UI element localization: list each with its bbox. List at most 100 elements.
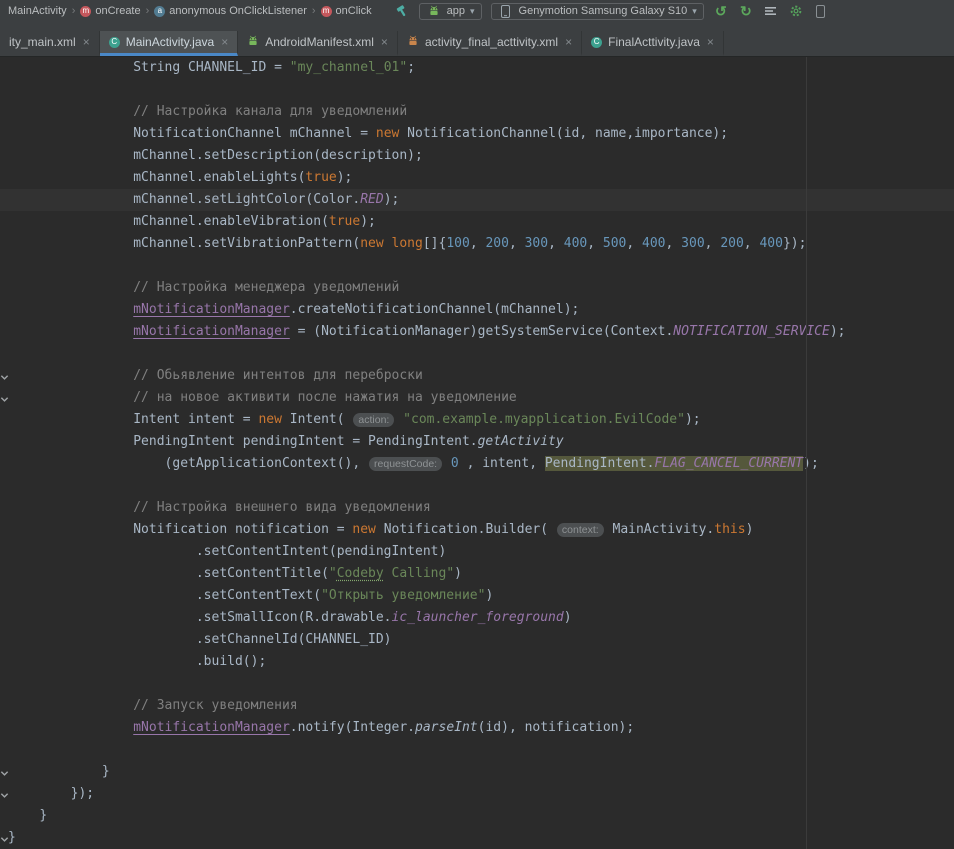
- code-token[interactable]: "com.example.myapplication.EvilCode": [403, 412, 685, 427]
- fold-marker-icon[interactable]: [0, 789, 10, 799]
- tab-mainactivity-java[interactable]: CMainActivity.java×: [100, 31, 239, 56]
- code-token[interactable]: ): [454, 566, 462, 581]
- code-token[interactable]: FLAG_CANCEL_CURRENT: [654, 456, 803, 471]
- code-token[interactable]: [384, 236, 392, 251]
- code-line[interactable]: });: [0, 783, 954, 805]
- code-token[interactable]: ,: [626, 236, 642, 251]
- code-line[interactable]: PendingIntent pendingIntent = PendingInt…: [0, 431, 954, 453]
- code-token[interactable]: );: [803, 456, 819, 471]
- code-token[interactable]: // Настройка менеджера уведомлений: [133, 280, 399, 295]
- code-token[interactable]: [395, 412, 403, 427]
- code-token[interactable]: mChannel.enableVibration(: [133, 214, 329, 229]
- breadcrumb-item[interactable]: MainActivity: [6, 5, 69, 17]
- code-token[interactable]: Notification notification =: [133, 522, 352, 537]
- code-line[interactable]: mNotificationManager.notify(Integer.pars…: [0, 717, 954, 739]
- code-token[interactable]: parseInt: [415, 720, 478, 735]
- code-line[interactable]: }: [0, 805, 954, 827]
- code-token[interactable]: true: [329, 214, 360, 229]
- run-configuration-select[interactable]: app ▾: [419, 3, 482, 20]
- code-token[interactable]: ,: [470, 236, 486, 251]
- apply-code-changes-icon[interactable]: ↻: [738, 3, 754, 19]
- profiler-icon[interactable]: [763, 3, 779, 19]
- code-token[interactable]: NotificationChannel mChannel =: [133, 126, 376, 141]
- code-token[interactable]: getActivity: [478, 434, 564, 449]
- gear-icon[interactable]: [788, 3, 804, 19]
- code-token[interactable]: 400: [759, 236, 782, 251]
- code-token[interactable]: ;: [407, 60, 415, 75]
- code-line[interactable]: mChannel.setLightColor(Color.RED);: [0, 189, 954, 211]
- code-token[interactable]: context:: [557, 523, 604, 537]
- code-line[interactable]: }: [0, 827, 954, 849]
- code-token[interactable]: 400: [642, 236, 665, 251]
- code-token[interactable]: new: [258, 412, 281, 427]
- code-line[interactable]: // Настройка внешнего вида уведомления: [0, 497, 954, 519]
- code-token[interactable]: 200: [485, 236, 508, 251]
- code-token[interactable]: 0: [451, 456, 459, 471]
- code-line[interactable]: [0, 475, 954, 497]
- code-token[interactable]: .setContentTitle(: [196, 566, 329, 581]
- rerun-activity-icon[interactable]: ↺: [713, 3, 729, 19]
- code-token[interactable]: }: [39, 808, 47, 823]
- code-token[interactable]: 300: [681, 236, 704, 251]
- code-token[interactable]: .setContentText(: [196, 588, 321, 603]
- code-line[interactable]: // на новое активити после нажатия на ув…: [0, 387, 954, 409]
- code-token[interactable]: // Запуск уведомления: [133, 698, 297, 713]
- code-token[interactable]: );: [830, 324, 846, 339]
- code-line[interactable]: mChannel.enableLights(true);: [0, 167, 954, 189]
- code-token[interactable]: mChannel.setDescription(description);: [133, 148, 423, 163]
- code-token[interactable]: 500: [603, 236, 626, 251]
- code-line[interactable]: (getApplicationContext(), requestCode: 0…: [0, 453, 954, 475]
- code-token[interactable]: mChannel.setVibrationPattern(: [133, 236, 360, 251]
- code-token[interactable]: ,: [666, 236, 682, 251]
- code-token[interactable]: );: [337, 170, 353, 185]
- tab-finalacttivity-java[interactable]: CFinalActtivity.java×: [582, 31, 724, 56]
- code-token[interactable]: // Обьявление интентов для переброски: [133, 368, 423, 383]
- code-line[interactable]: // Настройка менеджера уведомлений: [0, 277, 954, 299]
- code-line[interactable]: .build();: [0, 651, 954, 673]
- code-token[interactable]: .setSmallIcon(R.drawable.: [196, 610, 392, 625]
- code-token[interactable]: RED: [360, 192, 383, 207]
- code-token[interactable]: }: [102, 764, 110, 779]
- code-token[interactable]: PendingIntent.: [545, 456, 655, 471]
- code-token[interactable]: []{: [423, 236, 446, 251]
- code-token[interactable]: .createNotificationChannel(mChannel);: [290, 302, 580, 317]
- code-token[interactable]: ,: [705, 236, 721, 251]
- code-line[interactable]: // Настройка канала для уведомлений: [0, 101, 954, 123]
- code-token[interactable]: action:: [353, 413, 394, 427]
- tab-close-icon[interactable]: ×: [707, 35, 714, 49]
- code-token[interactable]: [443, 456, 451, 471]
- code-line[interactable]: Notification notification = new Notifica…: [0, 519, 954, 541]
- tab-androidmanifest-xml[interactable]: AndroidManifest.xml×: [238, 31, 398, 56]
- code-line[interactable]: String CHANNEL_ID = "my_channel_01";: [0, 57, 954, 79]
- code-line[interactable]: mChannel.enableVibration(true);: [0, 211, 954, 233]
- code-token[interactable]: (id), notification);: [478, 720, 635, 735]
- fold-marker-icon[interactable]: [0, 833, 10, 843]
- fold-marker-icon[interactable]: [0, 393, 10, 403]
- code-line[interactable]: // Обьявление интентов для переброски: [0, 365, 954, 387]
- code-token[interactable]: });: [783, 236, 806, 251]
- code-token[interactable]: );: [360, 214, 376, 229]
- code-line[interactable]: [0, 739, 954, 761]
- code-token[interactable]: 200: [720, 236, 743, 251]
- build-hammer-icon[interactable]: [394, 3, 410, 19]
- code-token[interactable]: "Открыть уведомление": [321, 588, 485, 603]
- code-token[interactable]: .setChannelId(CHANNEL_ID): [196, 632, 392, 647]
- code-token[interactable]: Codeby: [337, 566, 384, 581]
- code-line[interactable]: .setContentIntent(pendingIntent): [0, 541, 954, 563]
- code-token[interactable]: ): [746, 522, 754, 537]
- code-token[interactable]: mNotificationManager: [133, 720, 290, 735]
- code-line[interactable]: // Запуск уведомления: [0, 695, 954, 717]
- code-token[interactable]: (getApplicationContext(),: [165, 456, 369, 471]
- code-token[interactable]: true: [305, 170, 336, 185]
- code-token[interactable]: new: [360, 236, 383, 251]
- code-token[interactable]: requestCode:: [369, 457, 442, 471]
- code-line[interactable]: .setContentText("Открыть уведомление"): [0, 585, 954, 607]
- code-line[interactable]: [0, 673, 954, 695]
- code-token[interactable]: PendingIntent pendingIntent = PendingInt…: [133, 434, 477, 449]
- device-select[interactable]: Genymotion Samsung Galaxy S10 ▾: [491, 3, 704, 20]
- code-token[interactable]: });: [71, 786, 94, 801]
- code-line[interactable]: [0, 343, 954, 365]
- code-line[interactable]: mChannel.setDescription(description);: [0, 145, 954, 167]
- code-line[interactable]: [0, 79, 954, 101]
- code-token[interactable]: "my_channel_01": [290, 60, 407, 75]
